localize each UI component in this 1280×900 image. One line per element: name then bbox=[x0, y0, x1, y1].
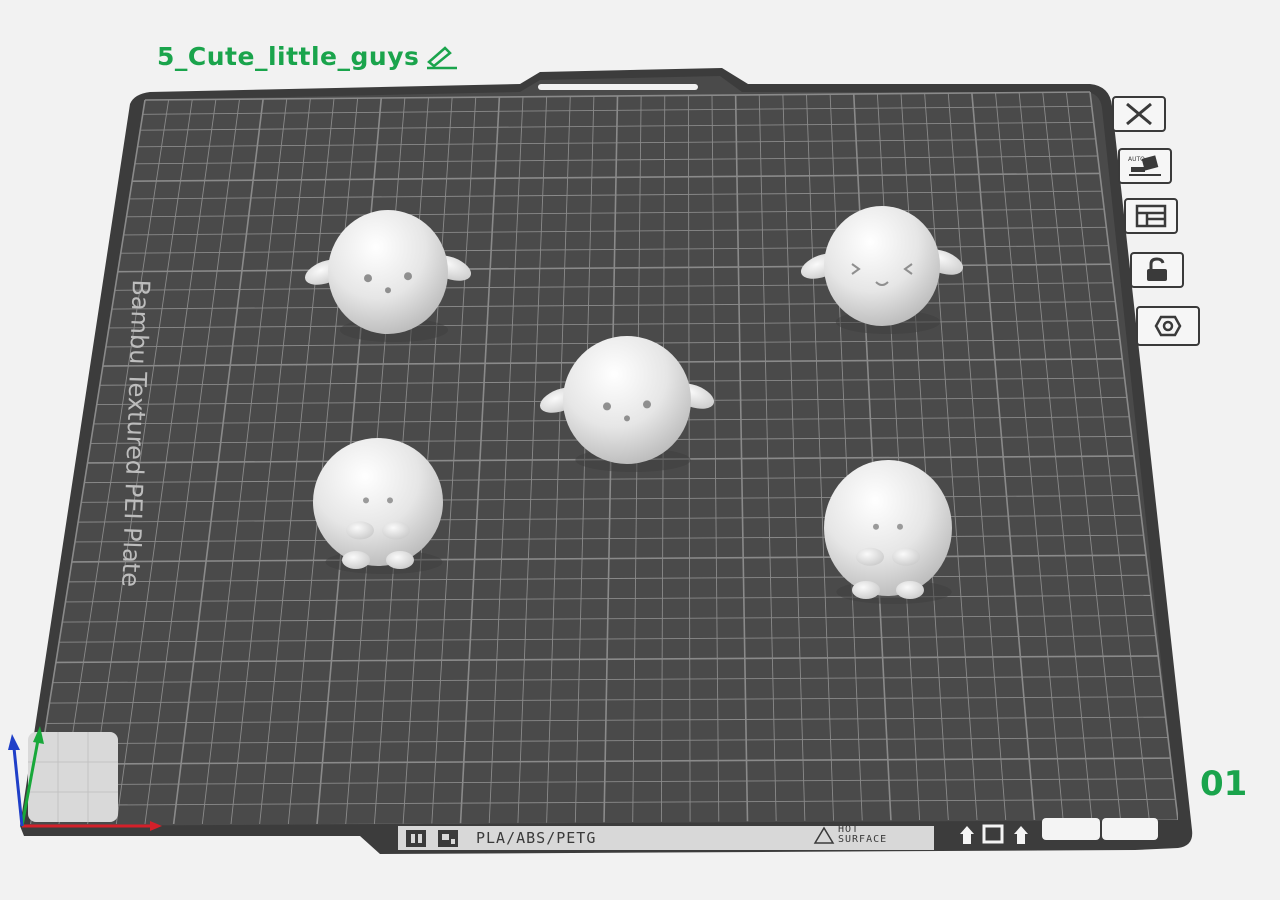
arrange-icon bbox=[1135, 204, 1167, 228]
plate-name-label[interactable]: 5_Cute_little_guys bbox=[157, 42, 419, 71]
auto-orient-icon: AUTO bbox=[1128, 155, 1161, 176]
unlock-icon bbox=[1147, 257, 1167, 281]
auto-orient-button[interactable]: AUTO bbox=[1118, 148, 1172, 184]
hot-surface-warning: HOT SURFACE bbox=[838, 825, 887, 845]
plate-handle-slot bbox=[538, 84, 698, 90]
arrange-button[interactable] bbox=[1124, 198, 1178, 234]
hex-settings-icon bbox=[1154, 315, 1182, 337]
plate-settings-button[interactable] bbox=[1136, 306, 1200, 346]
plate-number[interactable]: 01 bbox=[1200, 764, 1247, 804]
plate-name[interactable]: 5_Cute_little_guys bbox=[157, 42, 459, 71]
delete-plate-button[interactable] bbox=[1112, 96, 1166, 132]
edit-icon[interactable] bbox=[425, 44, 459, 70]
lock-plate-button[interactable] bbox=[1130, 252, 1184, 288]
warning-line-2: SURFACE bbox=[838, 834, 888, 845]
material-label: PLA/ABS/PETG bbox=[476, 829, 597, 847]
plate-tab-right bbox=[1102, 818, 1158, 840]
origin-marker bbox=[28, 732, 118, 822]
viewport-canvas[interactable] bbox=[0, 0, 1280, 895]
3d-viewport[interactable] bbox=[0, 0, 1280, 895]
plate-tab-left bbox=[1042, 818, 1100, 840]
close-icon bbox=[1126, 102, 1152, 126]
